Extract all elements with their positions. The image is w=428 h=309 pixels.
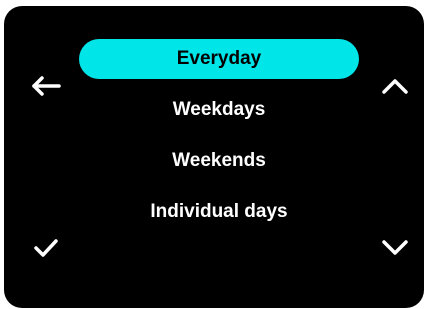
option-everyday[interactable]: Everyday — [79, 39, 359, 79]
device-screen: Everyday Weekdays Weekends Individual da… — [4, 6, 424, 308]
schedule-options-list: Everyday Weekdays Weekends Individual da… — [79, 39, 359, 243]
option-individual-days[interactable]: Individual days — [79, 192, 359, 232]
scroll-down-button[interactable] — [373, 228, 417, 268]
arrow-left-icon — [32, 76, 61, 96]
option-weekdays[interactable]: Weekdays — [79, 90, 359, 130]
chevron-up-icon — [382, 79, 408, 94]
scroll-up-button[interactable] — [373, 66, 417, 106]
option-weekends[interactable]: Weekends — [79, 141, 359, 181]
confirm-button[interactable] — [24, 228, 68, 268]
checkmark-icon — [34, 239, 58, 257]
back-button[interactable] — [24, 66, 68, 106]
chevron-down-icon — [382, 240, 408, 255]
